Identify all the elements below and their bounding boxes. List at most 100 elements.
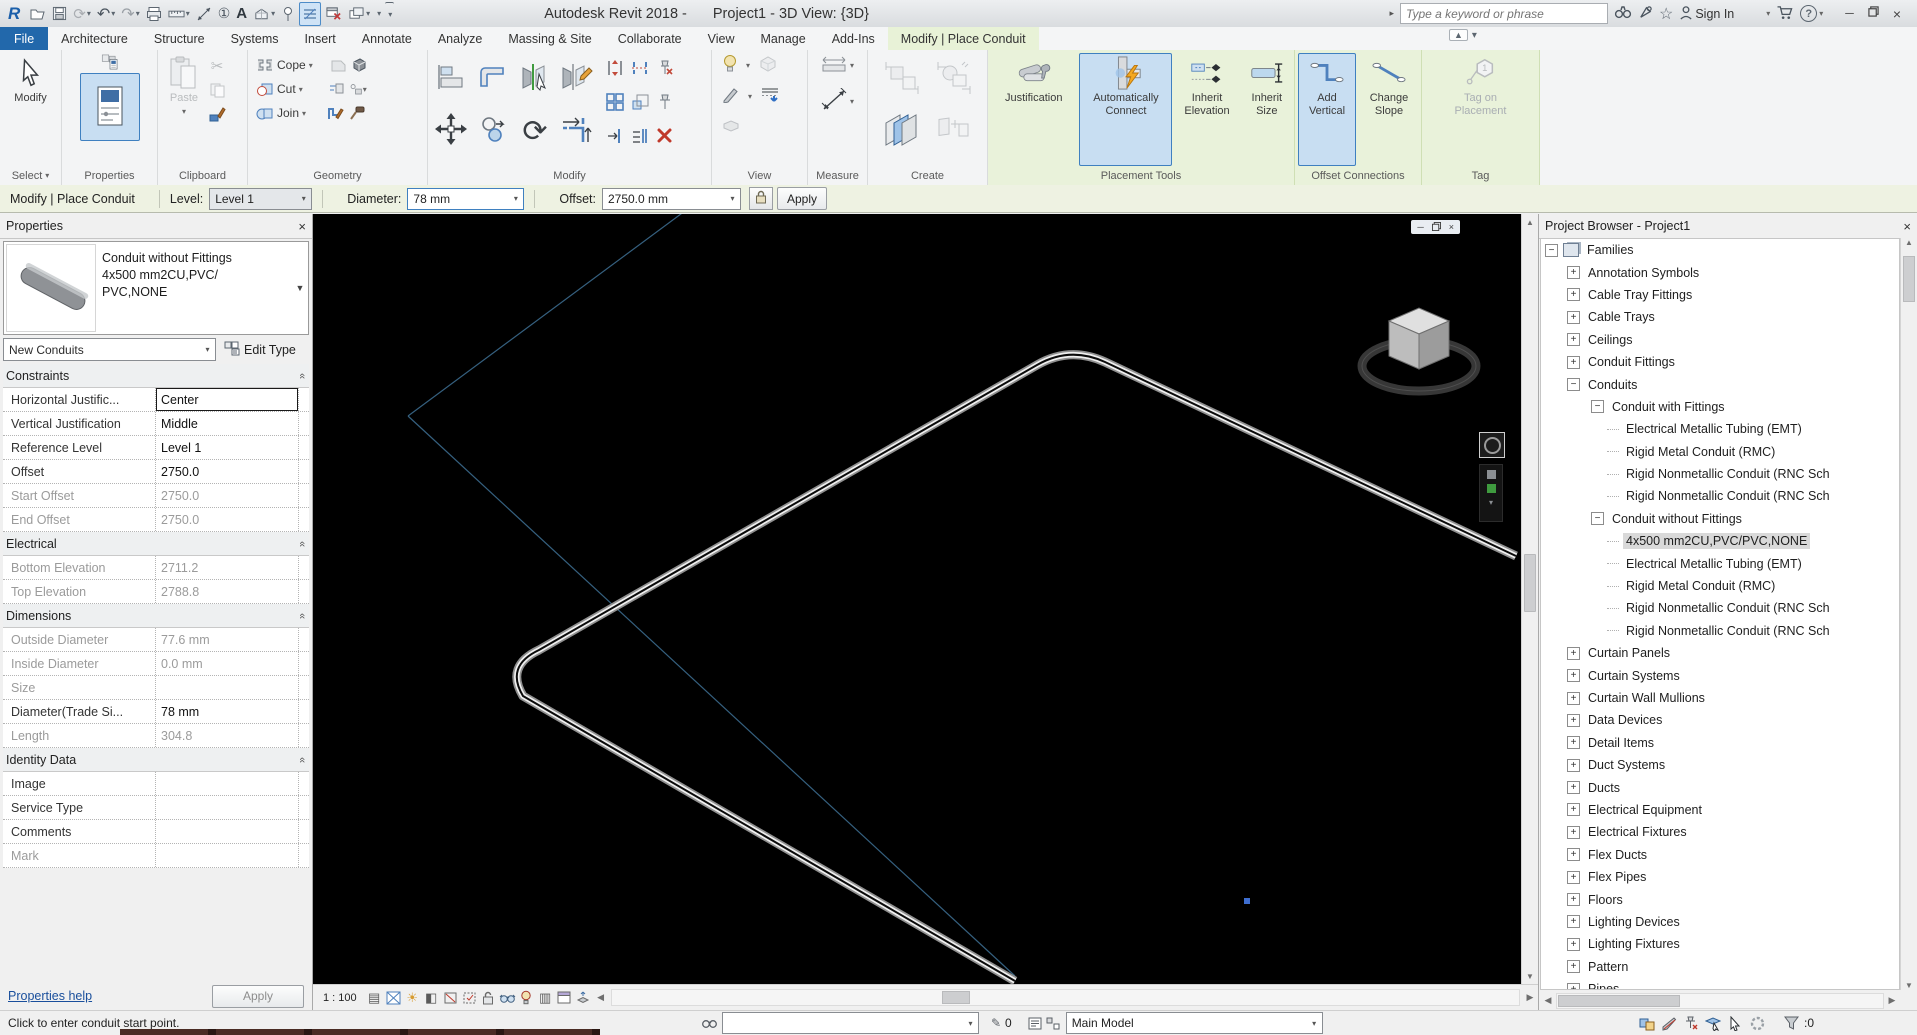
trim-extend-multiple-icon[interactable] <box>631 127 649 150</box>
sync-button[interactable]: ⟳▾ <box>71 3 93 25</box>
tree-item-label[interactable]: Floors <box>1585 892 1626 908</box>
sync-dropdown-caret[interactable]: ▾ <box>87 9 91 18</box>
modify-ribbon-state-button[interactable]: ▲ <box>1449 29 1468 41</box>
measure-tool-button[interactable]: ▾ <box>821 53 854 77</box>
tab-view[interactable]: View <box>695 27 748 50</box>
tree-item[interactable]: +Curtain Panels <box>1541 642 1899 664</box>
panel-label-clipboard[interactable]: Clipboard <box>158 166 247 185</box>
tree-item-label[interactable]: Pipes <box>1585 981 1622 990</box>
properties-help-link[interactable]: Properties help <box>8 989 92 1003</box>
element-filter-caret[interactable]: ▾ <box>200 339 215 360</box>
title-overflow-arrow[interactable]: ▸ <box>1389 8 1394 19</box>
app-store-button[interactable] <box>1776 5 1794 23</box>
redo-dropdown-caret[interactable]: ▾ <box>136 9 140 18</box>
panel-label-view[interactable]: View <box>712 166 807 185</box>
tab-modify-place-conduit[interactable]: Modify | Place Conduit <box>888 27 1039 50</box>
tree-item-label[interactable]: Curtain Wall Mullions <box>1585 690 1708 706</box>
tree-item-label[interactable]: Conduit without Fittings <box>1609 511 1745 527</box>
options-apply-button[interactable]: Apply <box>777 187 827 210</box>
tree-item[interactable]: Electrical Metallic Tubing (EMT) <box>1541 552 1899 574</box>
match-type-icon[interactable] <box>208 105 226 123</box>
create-group-icon[interactable] <box>935 59 973 100</box>
type-selector[interactable]: Conduit without Fittings4x500 mm2CU,PVC/… <box>3 241 309 335</box>
expand-icon[interactable]: + <box>1567 781 1580 794</box>
tree-item[interactable]: +Lighting Fixtures <box>1541 933 1899 955</box>
tree-item[interactable]: +Curtain Systems <box>1541 664 1899 686</box>
scale-icon[interactable] <box>631 93 649 116</box>
tree-item[interactable]: +Duct Systems <box>1541 754 1899 776</box>
property-value[interactable]: 2750.0 <box>156 508 298 531</box>
copy-icon[interactable] <box>208 81 226 99</box>
tree-item[interactable]: Rigid Metal Conduit (RMC) <box>1541 575 1899 597</box>
property-value[interactable] <box>156 844 298 867</box>
add-vertical-button[interactable]: AddVertical <box>1298 53 1356 166</box>
unlocked-view-icon[interactable] <box>479 988 498 1007</box>
tree-item[interactable]: Rigid Nonmetallic Conduit (RNC Sch <box>1541 485 1899 507</box>
property-value[interactable]: 78 mm <box>156 700 298 723</box>
expand-icon[interactable]: + <box>1567 871 1580 884</box>
tree-item-label[interactable]: Electrical Fixtures <box>1585 824 1690 840</box>
modify-button[interactable]: Modify <box>12 53 50 166</box>
property-value[interactable] <box>156 796 298 819</box>
tree-item[interactable]: +Pipes <box>1541 978 1899 990</box>
properties-apply-button[interactable]: Apply <box>212 985 304 1008</box>
inherit-size-button[interactable]: InheritSize <box>1242 53 1292 166</box>
delete-icon[interactable] <box>656 127 673 149</box>
default-3d-view-button[interactable]: ▾ <box>251 3 277 25</box>
properties-toggle-button[interactable] <box>80 73 140 141</box>
filter-icon[interactable] <box>1782 1015 1800 1032</box>
tree-item-label[interactable]: Data Devices <box>1585 712 1665 728</box>
collapse-icon[interactable]: − <box>1591 512 1604 525</box>
split-element-icon[interactable] <box>606 59 624 82</box>
tree-item-label[interactable]: Lighting Fixtures <box>1585 936 1683 952</box>
tree-item-label[interactable]: Rigid Metal Conduit (RMC) <box>1623 578 1778 594</box>
align-icon[interactable] <box>436 64 466 95</box>
thin-lines-button[interactable] <box>299 2 321 26</box>
shadows-icon[interactable]: ◧ <box>422 988 441 1007</box>
qat-overflow-button[interactable]: ▾ <box>385 2 394 25</box>
scroll-up-arrow[interactable]: ▲ <box>1522 214 1538 230</box>
cope-button[interactable]: Cope▾ <box>256 53 425 77</box>
mirror-draw-axis-icon[interactable] <box>561 62 593 97</box>
tree-item[interactable]: +Detail Items <box>1541 732 1899 754</box>
tree-item[interactable]: +Electrical Equipment <box>1541 799 1899 821</box>
help-button[interactable]: ?▾ <box>1800 5 1823 22</box>
type-selector-caret[interactable]: ▼ <box>292 242 308 334</box>
tree-item-label[interactable]: Curtain Systems <box>1585 668 1683 684</box>
background-processes-icon[interactable] <box>1748 1015 1766 1032</box>
level-select[interactable]: Level 1▾ <box>209 188 312 210</box>
undo-dropdown-caret[interactable]: ▾ <box>111 9 115 18</box>
select-pinned-toggle[interactable] <box>1682 1015 1700 1032</box>
expand-icon[interactable]: + <box>1567 759 1580 772</box>
tree-item[interactable]: +Flex Ducts <box>1541 844 1899 866</box>
view-close-icon[interactable]: × <box>1449 222 1454 232</box>
select-by-face-toggle[interactable] <box>1704 1015 1722 1032</box>
create-similar-icon[interactable] <box>883 59 921 100</box>
panel-label-modify[interactable]: Modify <box>428 166 711 185</box>
browser-vscroll-thumb[interactable] <box>1903 256 1915 302</box>
property-value[interactable]: 2711.2 <box>156 556 298 579</box>
panel-label-placement-tools[interactable]: Placement Tools <box>988 166 1294 185</box>
solid-geometry-icon[interactable] <box>351 56 369 74</box>
tab-architecture[interactable]: Architecture <box>48 27 141 50</box>
tree-item-label[interactable]: Lighting Devices <box>1585 914 1683 930</box>
array-icon[interactable] <box>606 93 624 116</box>
drag-on-selection-toggle[interactable] <box>1726 1015 1744 1032</box>
section-button[interactable] <box>279 3 297 25</box>
offset-select[interactable]: 2750.0 mm▾ <box>602 188 741 210</box>
section-header[interactable]: Identity Data« <box>3 748 309 772</box>
minimize-button[interactable]: ─ <box>1845 6 1854 22</box>
section-header[interactable]: Constraints« <box>3 364 309 388</box>
cut-geometry-button[interactable]: Cut▾ ▾ <box>256 77 425 101</box>
tree-item[interactable]: −Conduit with Fittings <box>1541 396 1899 418</box>
graphics-override-icon[interactable] <box>722 87 740 106</box>
close-hidden-windows-button[interactable] <box>323 3 344 25</box>
property-value[interactable] <box>156 820 298 843</box>
tab-analyze[interactable]: Analyze <box>425 27 495 50</box>
expand-icon[interactable]: + <box>1567 311 1580 324</box>
section-header[interactable]: Dimensions« <box>3 604 309 628</box>
level-select-caret[interactable]: ▾ <box>296 189 311 209</box>
displace-elements-icon[interactable] <box>574 988 593 1007</box>
tree-item[interactable]: +Annotation Symbols <box>1541 261 1899 283</box>
pin-icon[interactable] <box>656 93 674 116</box>
